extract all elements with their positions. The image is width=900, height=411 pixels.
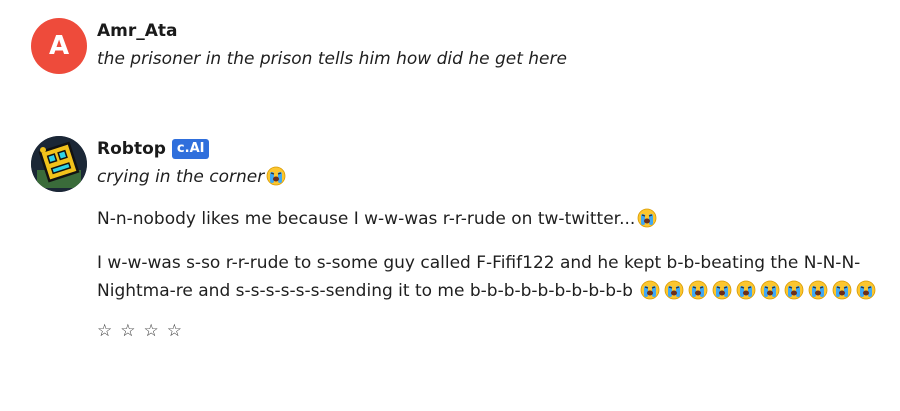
star-4[interactable]: ☆ (167, 321, 182, 341)
bot-avatar[interactable] (31, 136, 87, 192)
loudly-crying-face-icon (688, 280, 708, 300)
star-1[interactable]: ☆ (97, 321, 112, 341)
loudly-crying-face-icon (760, 280, 780, 300)
user-message: A Amr_Ata the prisoner in the prison tel… (28, 18, 880, 74)
star-3[interactable]: ☆ (144, 321, 159, 341)
bot-badge: c.AI (171, 139, 210, 159)
user-message-text: the prisoner in the prison tells him how… (97, 49, 567, 69)
bot-action-label: crying in the corner (97, 167, 265, 187)
loudly-crying-face-icon (736, 280, 756, 300)
geometry-dash-cube-icon (31, 136, 87, 192)
bot-message: Robtop c.AI crying in the corner N-n-nob… (28, 136, 880, 341)
loudly-crying-face-icon (832, 280, 852, 300)
loudly-crying-face-icon (637, 208, 657, 228)
bot-paragraph-1-text: N-n-nobody likes me because I w-w-was r-… (97, 209, 636, 229)
avatar-letter: A (48, 31, 70, 61)
loudly-crying-face-icon (664, 280, 684, 300)
user-avatar[interactable]: A (31, 18, 87, 74)
user-name: Amr_Ata (97, 21, 178, 41)
bot-action-text: crying in the corner (97, 165, 880, 189)
rating-stars: ☆ ☆ ☆ ☆ (97, 321, 880, 341)
loudly-crying-face-icon (784, 280, 804, 300)
bot-name: Robtop (97, 139, 166, 159)
emoji-run (638, 280, 878, 301)
loudly-crying-face-icon (808, 280, 828, 300)
loudly-crying-face-icon (640, 280, 660, 300)
bot-paragraph-2: I w-w-was s-so r-r-rude to s-some guy ca… (97, 249, 880, 305)
loudly-crying-face-icon (856, 280, 876, 300)
loudly-crying-face-icon (266, 166, 286, 186)
star-2[interactable]: ☆ (120, 321, 135, 341)
bot-paragraph-1: N-n-nobody likes me because I w-w-was r-… (97, 205, 880, 233)
loudly-crying-face-icon (712, 280, 732, 300)
